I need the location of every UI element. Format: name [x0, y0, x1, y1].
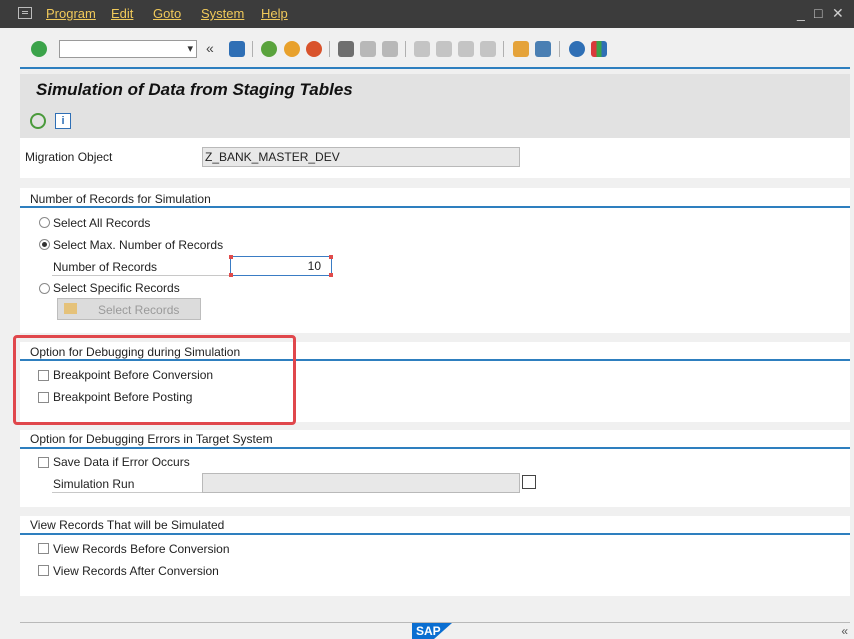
errors-panel: Option for Debugging Errors in Target Sy…	[20, 430, 850, 507]
save-data-checkbox[interactable]	[38, 457, 49, 468]
menu-program[interactable]: Program	[46, 6, 96, 21]
minimize-icon[interactable]: _	[797, 5, 805, 21]
errors-section-title: Option for Debugging Errors in Target Sy…	[30, 432, 273, 446]
cancel-icon[interactable]	[306, 41, 322, 57]
select-max-label[interactable]: Select Max. Number of Records	[53, 238, 223, 252]
customize-layout-icon[interactable]	[591, 41, 607, 57]
select-records-button[interactable]: Select Records	[57, 298, 201, 320]
migration-object-value: Z_BANK_MASTER_DEV	[205, 150, 340, 164]
records-panel: Number of Records for Simulation Select …	[20, 188, 850, 333]
section-divider	[20, 206, 850, 208]
select-specific-label[interactable]: Select Specific Records	[53, 281, 180, 295]
number-of-records-value[interactable]: 10	[308, 259, 321, 273]
highlight-box	[13, 335, 296, 425]
chevron-down-icon[interactable]: ▾	[187, 42, 193, 55]
label-underline	[52, 275, 232, 276]
menu-system[interactable]: System	[201, 6, 244, 21]
view-records-panel: View Records That will be Simulated View…	[20, 516, 850, 596]
select-max-radio[interactable]	[39, 239, 50, 250]
exit-icon[interactable]	[284, 41, 300, 57]
sap-logo: SAP	[412, 623, 452, 639]
separator	[252, 41, 253, 57]
value-help-icon[interactable]	[522, 475, 536, 489]
previous-page-icon	[436, 41, 452, 57]
simulation-run-label: Simulation Run	[53, 477, 135, 491]
menu-edit[interactable]: Edit	[111, 6, 133, 21]
last-page-icon	[480, 41, 496, 57]
info-icon[interactable]: i	[55, 113, 71, 129]
maximize-icon[interactable]: □	[814, 5, 822, 21]
title-bar: Simulation of Data from Staging Tables	[20, 74, 850, 106]
menu-help[interactable]: Help	[261, 6, 288, 21]
separator	[405, 41, 406, 57]
migration-object-label: Migration Object	[25, 150, 113, 164]
help-icon[interactable]	[569, 41, 585, 57]
find-next-icon	[382, 41, 398, 57]
next-page-icon	[458, 41, 474, 57]
records-section-title: Number of Records for Simulation	[30, 192, 211, 206]
page-title: Simulation of Data from Staging Tables	[36, 80, 353, 99]
number-of-records-input[interactable]: 10	[229, 255, 333, 277]
number-of-records-label: Number of Records	[53, 260, 158, 274]
select-all-label[interactable]: Select All Records	[53, 216, 150, 230]
close-icon[interactable]: ✕	[832, 5, 844, 22]
application-toolbar: i	[20, 106, 850, 138]
select-all-radio[interactable]	[39, 217, 50, 228]
view-after-checkbox[interactable]	[38, 565, 49, 576]
view-before-checkbox[interactable]	[38, 543, 49, 554]
footer-divider	[20, 622, 850, 623]
command-field[interactable]: ▾	[59, 40, 197, 58]
shortcut-icon[interactable]	[535, 41, 551, 57]
simulation-run-field	[202, 473, 520, 493]
migration-object-field: Z_BANK_MASTER_DEV	[202, 147, 520, 167]
collapse-icon[interactable]: «	[206, 40, 214, 56]
first-page-icon	[414, 41, 430, 57]
save-data-label[interactable]: Save Data if Error Occurs	[53, 455, 190, 469]
view-after-label[interactable]: View Records After Conversion	[53, 564, 219, 578]
menu-bar: Program Edit Goto System Help _ □ ✕	[0, 0, 854, 28]
view-before-label[interactable]: View Records Before Conversion	[53, 542, 230, 556]
menu-goto[interactable]: Goto	[153, 6, 181, 21]
section-divider	[20, 447, 850, 449]
expand-status-icon[interactable]: «	[841, 624, 848, 638]
toolbar-divider	[20, 67, 850, 69]
select-specific-radio[interactable]	[39, 283, 50, 294]
save-icon[interactable]	[229, 41, 245, 57]
select-records-label: Select Records	[98, 303, 180, 317]
separator	[559, 41, 560, 57]
separator	[503, 41, 504, 57]
execute-icon[interactable]	[30, 113, 46, 129]
select-icon	[64, 303, 77, 314]
enter-icon[interactable]	[31, 41, 47, 57]
section-divider	[20, 533, 850, 535]
view-section-title: View Records That will be Simulated	[30, 518, 225, 532]
back-icon[interactable]	[261, 41, 277, 57]
migration-object-panel: Migration Object Z_BANK_MASTER_DEV	[20, 138, 850, 178]
create-session-icon[interactable]	[513, 41, 529, 57]
print-icon[interactable]	[338, 41, 354, 57]
find-icon	[360, 41, 376, 57]
menu-icon[interactable]	[18, 7, 32, 19]
toolbar: ▾ «	[0, 28, 854, 68]
label-underline	[52, 492, 202, 493]
separator	[329, 41, 330, 57]
